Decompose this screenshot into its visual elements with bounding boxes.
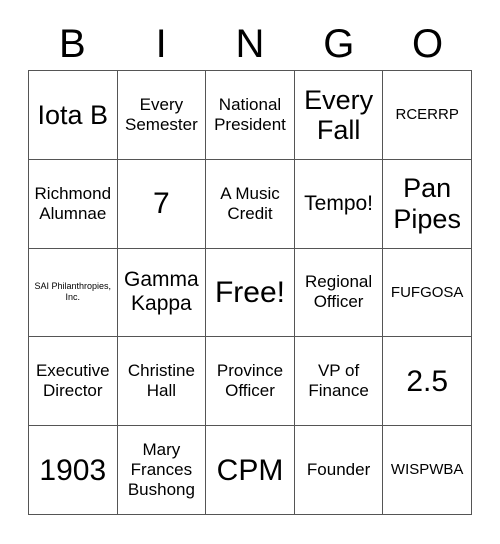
bingo-cell[interactable]: A Music Credit (206, 159, 295, 249)
bingo-cell-label: A Music Credit (220, 183, 280, 223)
bingo-cell-label: VP of Finance (308, 361, 369, 401)
bingo-cell[interactable]: Regional Officer (294, 248, 384, 338)
bingo-cell-label: Christine Hall (127, 361, 195, 401)
bingo-cell[interactable]: Every Semester (117, 71, 207, 160)
bingo-cell-label: Free! (214, 275, 285, 309)
bingo-cell[interactable]: Founder (294, 426, 384, 515)
bingo-cell[interactable]: Province Officer (206, 337, 295, 427)
bingo-cell[interactable]: RCERRP (383, 71, 472, 160)
header-letter-i: I (155, 22, 167, 66)
bingo-cell[interactable]: SAI Philanthropies, Inc. (29, 248, 118, 338)
header-letter-o: O (412, 22, 444, 66)
bingo-cell-label: Every Semester (125, 94, 198, 134)
bingo-cell-label: Pan Pipes (393, 173, 461, 234)
bingo-card: B I N G O Iota B Every Semester National P… (0, 0, 500, 544)
bingo-header: B I N G O (28, 18, 472, 70)
bingo-cell[interactable]: VP of Finance (294, 337, 384, 427)
header-letter-b: B (59, 22, 86, 66)
bingo-grid: Iota B Every Semester National President Ev… (28, 70, 472, 515)
bingo-cell[interactable]: Iota B (29, 71, 118, 160)
bingo-cell-label: 1903 (39, 453, 107, 487)
bingo-cell[interactable]: CPM (206, 426, 295, 515)
bingo-cell[interactable]: Richmond Alumnae (29, 159, 118, 249)
bingo-cell[interactable]: Mary Frances Bushong (117, 426, 207, 515)
bingo-cell[interactable]: Christine Hall (117, 337, 207, 427)
bingo-cell-label: FUFGOSA (390, 283, 464, 301)
bingo-cell-label: Every Fall (304, 84, 374, 145)
bingo-cell-label: SAI Philanthropies, Inc. (34, 280, 112, 303)
bingo-cell-label: Province Officer (216, 361, 284, 401)
header-letter-n: N (235, 22, 265, 66)
bingo-cell[interactable]: 1903 (29, 426, 118, 515)
bingo-cell-label: Regional Officer (305, 272, 373, 312)
bingo-cell[interactable]: Executive Director (29, 337, 118, 427)
bingo-cell-label: 7 (153, 187, 170, 221)
bingo-cell[interactable]: Pan Pipes (383, 159, 472, 249)
bingo-cell-label: Executive Director (35, 361, 110, 401)
bingo-cell-label: Mary Frances Bushong (127, 440, 195, 500)
bingo-cell-label: WISPWBA (390, 461, 464, 479)
bingo-cell-label: Richmond Alumnae (34, 183, 112, 223)
bingo-cell[interactable]: WISPWBA (383, 426, 472, 515)
bingo-cell[interactable]: Tempo! (294, 159, 384, 249)
bingo-cell[interactable]: 7 (117, 159, 207, 249)
bingo-cell[interactable]: 2.5 (383, 337, 472, 427)
bingo-cell-label: RCERRP (395, 106, 459, 124)
bingo-cell-label: Gamma Kappa (124, 268, 199, 316)
bingo-cell-label: Iota B (37, 99, 109, 130)
bingo-cell[interactable]: Gamma Kappa (117, 248, 207, 338)
header-letter-g: G (323, 22, 355, 66)
bingo-free-space[interactable]: Free! (206, 248, 295, 338)
bingo-cell-label: National President (214, 94, 286, 134)
bingo-cell-label: Tempo! (304, 191, 374, 215)
bingo-cell-label: 2.5 (406, 364, 449, 398)
bingo-cell-label: Founder (306, 460, 371, 480)
bingo-cell-label: CPM (216, 453, 284, 487)
bingo-cell[interactable]: FUFGOSA (383, 248, 472, 338)
bingo-cell[interactable]: National President (206, 71, 295, 160)
bingo-cell[interactable]: Every Fall (294, 71, 384, 160)
